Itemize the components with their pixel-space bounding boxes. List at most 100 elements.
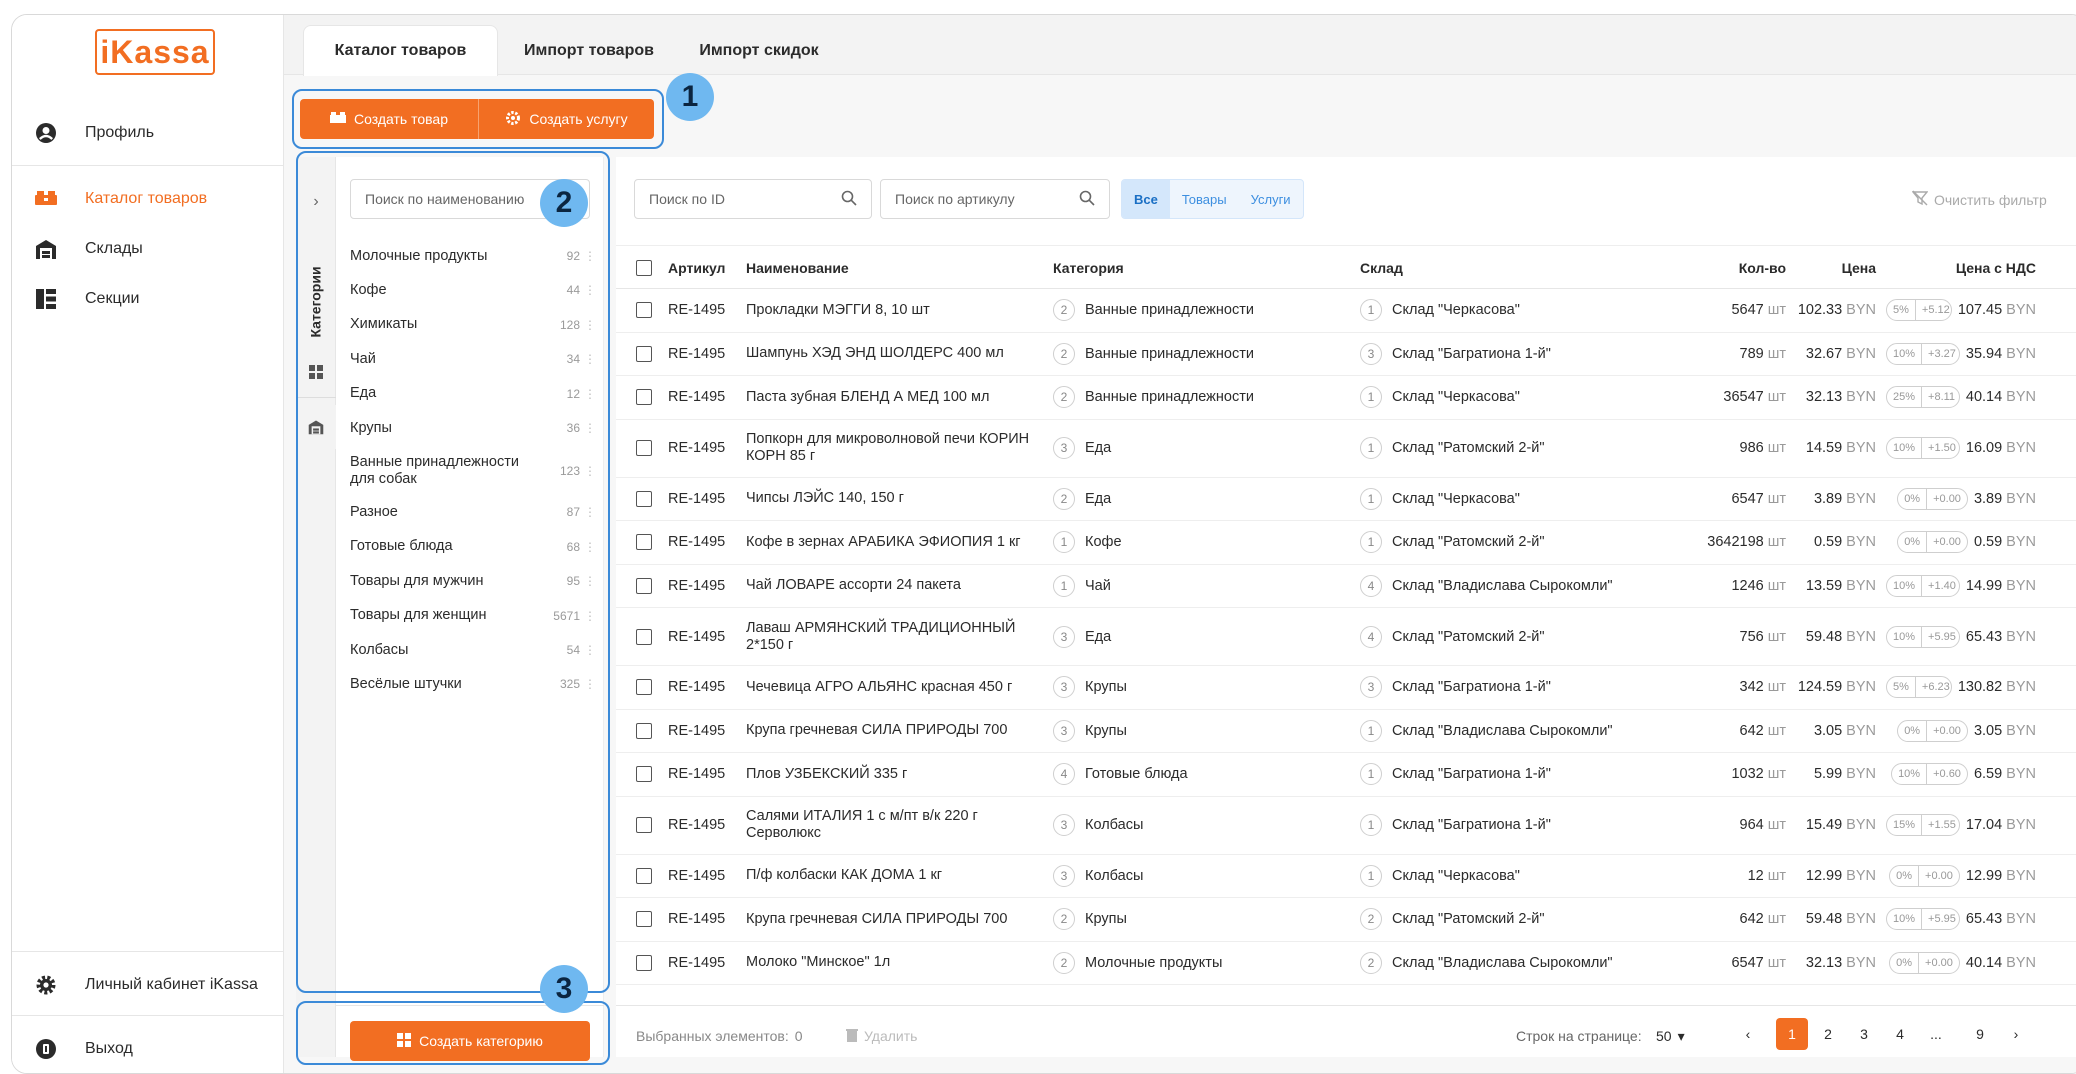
- cell-category: 2 Молочные продукты: [1053, 942, 1222, 985]
- page-button[interactable]: 4: [1884, 1018, 1916, 1050]
- sidebar-item-ikassa-account[interactable]: Личный кабинет iKassa: [12, 965, 284, 1005]
- cell-category: 2 Ванные принадлежности: [1053, 333, 1254, 376]
- clear-filter-button[interactable]: Очистить фильтр: [1911, 190, 2047, 209]
- table-row[interactable]: RE-1495 Паста зубная БЛЕНД А МЕД 100 мл 2 В…: [616, 376, 2076, 420]
- table-footer: Выбранных элементов: 0 Удалить Строк на …: [616, 1005, 2076, 1057]
- row-checkbox[interactable]: [636, 911, 652, 928]
- callout-badge-3: 3: [540, 965, 588, 1013]
- category-number-badge: 2: [1053, 951, 1075, 974]
- table-row[interactable]: RE-1495 Крупа гречневая СИЛА ПРИРОДЫ 700 3…: [616, 710, 2076, 753]
- sidebar: iKassa Профиль Каталог товаров Склады Се…: [12, 15, 284, 1073]
- col-category[interactable]: Категория: [1053, 246, 1124, 290]
- prev-page-button[interactable]: ‹: [1732, 1018, 1764, 1050]
- next-page-button[interactable]: ›: [2000, 1018, 2032, 1050]
- table-row[interactable]: RE-1495 Чечевица АГРО АЛЬЯНС красная 450 …: [616, 666, 2076, 710]
- row-checkbox[interactable]: [636, 577, 652, 594]
- table-row[interactable]: RE-1495 Крупа гречневая СИЛА ПРИРОДЫ 700 2…: [616, 898, 2076, 942]
- col-qty[interactable]: Кол-во: [1616, 246, 1786, 290]
- warehouse-label: Склад "Ратомский 2-й": [1392, 911, 1545, 928]
- category-label: Кофе: [1085, 534, 1122, 551]
- sidebar-item-warehouses[interactable]: Склады: [12, 229, 284, 269]
- warehouse-label: Склад "Багратиона 1-й": [1392, 766, 1551, 783]
- tab-import-products[interactable]: Импорт товаров: [514, 25, 664, 76]
- sidebar-item-label: Секции: [85, 290, 140, 307]
- warehouse-label: Склад "Черкасова": [1392, 490, 1520, 507]
- page-button[interactable]: 2: [1812, 1018, 1844, 1050]
- delete-button[interactable]: Удалить: [846, 1028, 917, 1045]
- warehouse-number-badge: 4: [1360, 625, 1382, 648]
- ikassa-logo[interactable]: iKassa: [95, 29, 215, 75]
- row-checkbox[interactable]: [636, 389, 652, 406]
- table-row[interactable]: RE-1495 П/ф колбаски КАК ДОМА 1 кг 3 Колбас…: [616, 855, 2076, 898]
- cell-price: 13.59 BYN: [1805, 577, 1876, 594]
- table-row[interactable]: RE-1495 Попкорн для микроволновой печи КО…: [616, 420, 2076, 478]
- sidebar-item-logout[interactable]: Выход: [12, 1029, 284, 1069]
- table-row[interactable]: RE-1495 Лаваш АРМЯНСКИЙ ТРАДИЦИОННЫЙ 2*15…: [616, 608, 2076, 666]
- table-row[interactable]: RE-1495 Чипсы ЛЭЙС 140, 150 г 2 Еда 1 Склад "…: [616, 478, 2076, 521]
- cell-price: 32.67 BYN: [1805, 345, 1876, 362]
- warehouse-number-badge: 1: [1360, 386, 1382, 409]
- table-row[interactable]: RE-1495 Чай ЛОВАРЕ ассорти 24 пакета 1 Чай 4…: [616, 565, 2076, 608]
- search-article-input[interactable]: Поиск по артикулу: [880, 179, 1110, 219]
- table-row[interactable]: RE-1495 Плов УЗБЕКСКИЙ 335 г 4 Готовые блюд…: [616, 753, 2076, 797]
- rows-per-page-value: 50: [1656, 1028, 1672, 1044]
- page-button[interactable]: 1: [1776, 1018, 1808, 1050]
- cell-category: 2 Ванные принадлежности: [1053, 289, 1254, 332]
- rows-per-page-select[interactable]: 50 ▾: [1656, 1028, 1685, 1045]
- select-all-checkbox[interactable]: [636, 260, 652, 276]
- filter-all[interactable]: Все: [1122, 180, 1170, 218]
- row-checkbox[interactable]: [636, 722, 652, 739]
- category-label: Крупы: [1085, 679, 1127, 696]
- col-price-vat[interactable]: Цена с НДС: [1886, 246, 2036, 290]
- col-price[interactable]: Цена: [1786, 246, 1876, 290]
- row-checkbox[interactable]: [636, 534, 652, 551]
- row-checkbox[interactable]: [636, 490, 652, 507]
- category-label: Ванные принадлежности: [1085, 302, 1254, 319]
- row-checkbox[interactable]: [636, 628, 652, 645]
- table-row[interactable]: RE-1495 Молоко "Минское" 1л 2 Молочные прод…: [616, 942, 2076, 985]
- sidebar-item-sections[interactable]: Секции: [12, 279, 284, 319]
- trash-icon: [846, 1028, 858, 1045]
- cell-warehouse: 2 Склад "Ратомский 2-й": [1360, 898, 1545, 941]
- filter-products[interactable]: Товары: [1170, 180, 1239, 218]
- table-row[interactable]: RE-1495 Шампунь ХЭД ЭНД ШОЛДЕРС 400 мл 2 Ва…: [616, 333, 2076, 376]
- sidebar-item-label: Выход: [85, 1040, 133, 1057]
- row-checkbox[interactable]: [636, 766, 652, 783]
- cell-name: Крупа гречневая СИЛА ПРИРОДЫ 700: [746, 910, 1008, 927]
- row-checkbox[interactable]: [636, 867, 652, 884]
- cell-name: Плов УЗБЕКСКИЙ 335 г: [746, 765, 908, 782]
- tab-catalog[interactable]: Каталог товаров: [303, 25, 498, 76]
- cell-warehouse: 1 Склад "Ратомский 2-й": [1360, 420, 1545, 477]
- table-row[interactable]: RE-1495 Прокладки МЭГГИ 8, 10 шт 2 Ванные п…: [616, 289, 2076, 333]
- col-article[interactable]: Артикул: [668, 246, 725, 290]
- filter-services[interactable]: Услуги: [1239, 180, 1303, 218]
- cell-warehouse: 1 Склад "Черкасова": [1360, 855, 1520, 898]
- table-header: Артикул Наименование Категория Склад Кол…: [616, 245, 2076, 289]
- app-window: iKassa Профиль Каталог товаров Склады Се…: [11, 14, 2076, 1074]
- table-row[interactable]: RE-1495 Кофе в зернах АРАБИКА ЭФИОПИЯ 1 к…: [616, 521, 2076, 565]
- row-checkbox[interactable]: [636, 302, 652, 319]
- cell-warehouse: 1 Склад "Владислава Сырокомли": [1360, 710, 1613, 753]
- sidebar-item-catalog[interactable]: Каталог товаров: [12, 179, 284, 219]
- page-button[interactable]: 3: [1848, 1018, 1880, 1050]
- sidebar-item-profile[interactable]: Профиль: [12, 113, 284, 153]
- category-number-badge: 3: [1053, 625, 1075, 648]
- warehouse-label: Склад "Багратиона 1-й": [1392, 817, 1551, 833]
- row-checkbox[interactable]: [636, 345, 652, 362]
- selected-count: Выбранных элементов: 0: [636, 1028, 803, 1044]
- row-checkbox[interactable]: [636, 817, 652, 833]
- row-checkbox[interactable]: [636, 679, 652, 696]
- row-checkbox[interactable]: [636, 954, 652, 971]
- category-number-badge: 3: [1053, 814, 1075, 836]
- tab-import-discounts[interactable]: Импорт скидок: [694, 25, 824, 76]
- cell-category: 3 Еда: [1053, 608, 1111, 665]
- page-button[interactable]: 9: [1964, 1018, 1996, 1050]
- cell-price: 15.49 BYN: [1805, 817, 1876, 833]
- table-row[interactable]: RE-1495 Салями ИТАЛИЯ 1 с м/пт в/к 220 г …: [616, 797, 2076, 855]
- caret-down-icon: ▾: [1677, 1028, 1685, 1044]
- row-checkbox[interactable]: [636, 440, 652, 456]
- search-id-input[interactable]: Поиск по ID: [634, 179, 872, 219]
- col-name[interactable]: Наименование: [746, 246, 849, 290]
- cell-category: 3 Крупы: [1053, 666, 1127, 709]
- col-warehouse[interactable]: Склад: [1360, 246, 1403, 290]
